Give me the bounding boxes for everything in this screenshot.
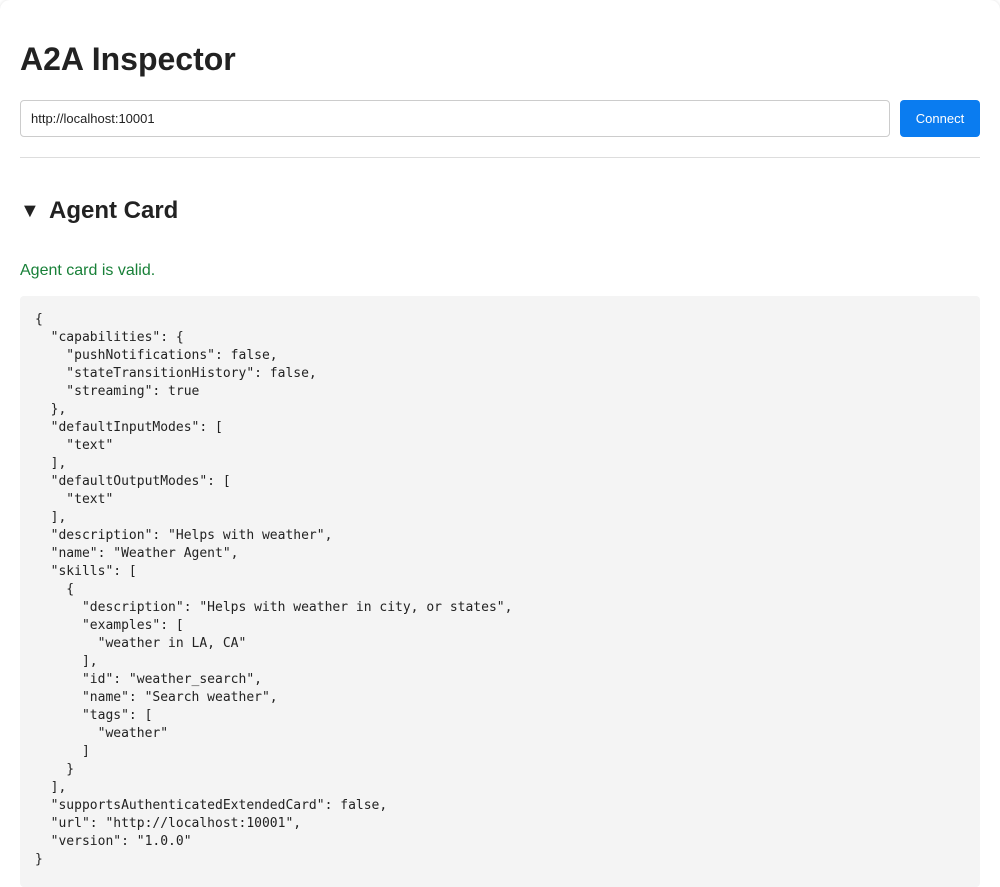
agent-card-section-toggle[interactable]: ▼ Agent Card	[20, 196, 178, 226]
agent-card-json: { "capabilities": { "pushNotifications":…	[20, 296, 980, 887]
agent-card-heading: Agent Card	[49, 197, 179, 224]
page-title: A2A Inspector	[20, 41, 236, 77]
triangle-down-icon: ▼	[20, 200, 40, 222]
connect-button[interactable]: Connect	[900, 100, 980, 137]
validation-status: Agent card is valid.	[20, 262, 156, 279]
divider	[20, 157, 980, 158]
inspector-panel: A2A Inspector Connect ▼ Agent Card Agent…	[0, 0, 1000, 887]
agent-url-input[interactable]	[20, 100, 890, 137]
